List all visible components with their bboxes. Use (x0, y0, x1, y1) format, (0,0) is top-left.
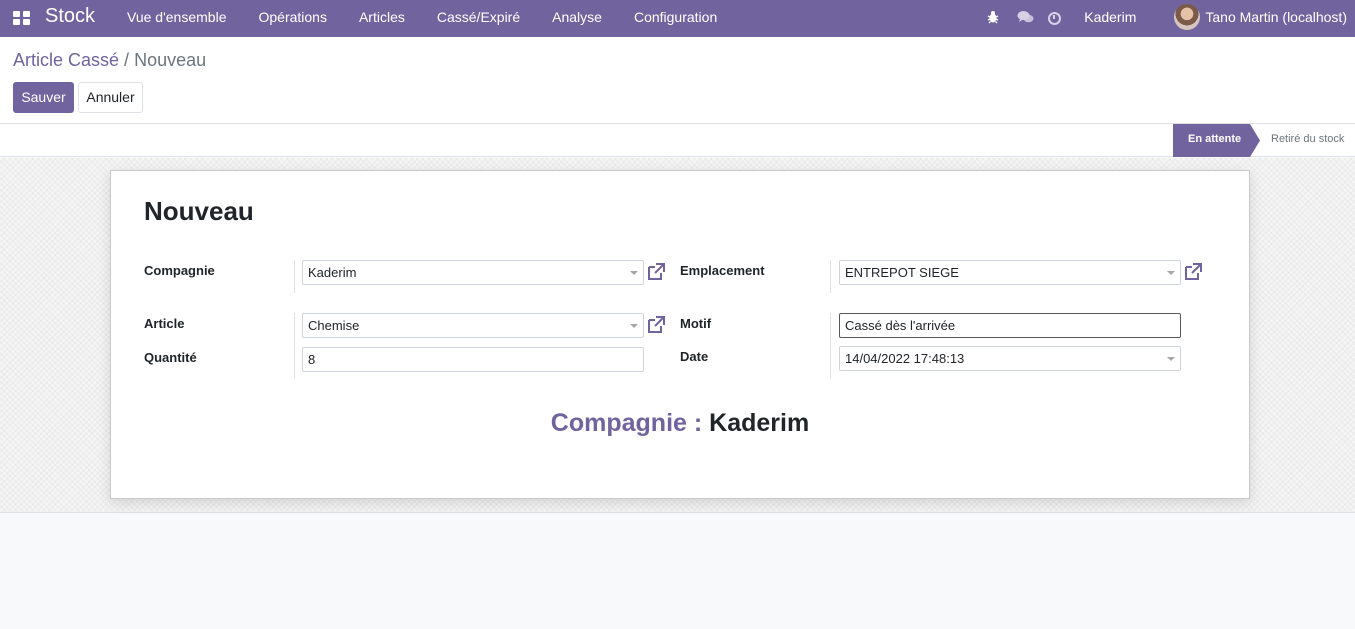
company-field[interactable]: Kaderim (302, 260, 644, 285)
clock-icon[interactable] (1048, 12, 1062, 25)
cancel-button[interactable]: Annuler (78, 82, 143, 113)
chat-icon[interactable] (1017, 10, 1034, 24)
chevron-down-icon[interactable] (1167, 357, 1175, 361)
company-footer: Compagnie : Kaderim (111, 409, 1249, 438)
statusbar: En attente Retiré du stock (0, 124, 1355, 157)
footer-company-value: Kaderim (709, 409, 810, 437)
reason-field[interactable]: Cassé dès l'arrivée (839, 313, 1181, 338)
menu-item-configuration[interactable]: Configuration (618, 9, 733, 25)
breadcrumb-current: Nouveau (134, 50, 207, 70)
breadcrumb-separator: / (124, 50, 130, 70)
date-label: Date (680, 349, 709, 364)
bug-icon[interactable] (986, 10, 1000, 24)
menu-item-scrap[interactable]: Cassé/Expiré (421, 9, 536, 25)
external-link-icon[interactable] (646, 315, 666, 335)
reason-label: Motif (680, 316, 712, 331)
navbar-systray: Kaderim Tano Martin (localhost) (986, 0, 1355, 37)
product-value: Chemise (308, 318, 360, 333)
external-link-icon[interactable] (1183, 262, 1203, 282)
menu-item-products[interactable]: Articles (343, 9, 421, 25)
group-separator (830, 260, 831, 293)
app-brand[interactable]: Stock (45, 5, 95, 28)
product-label: Article (144, 316, 185, 331)
chevron-down-icon[interactable] (630, 324, 638, 328)
external-link-icon[interactable] (646, 262, 666, 282)
avatar[interactable] (1174, 3, 1201, 30)
footer-company-label: Compagnie : (550, 409, 703, 437)
group-separator (830, 313, 831, 379)
record-title: Nouveau (144, 196, 254, 226)
quantity-field[interactable]: 8 (302, 347, 644, 372)
breadcrumb-parent[interactable]: Article Cassé (13, 50, 119, 70)
breadcrumb: Article Cassé / Nouveau (13, 50, 206, 71)
company-value: Kaderim (308, 265, 357, 280)
menu-item-operations[interactable]: Opérations (242, 9, 342, 25)
company-switcher[interactable]: Kaderim (1084, 9, 1136, 25)
control-panel: Article Cassé / Nouveau Sauver Annuler (0, 37, 1355, 124)
product-field[interactable]: Chemise (302, 313, 644, 338)
main-menu: Vue d'ensemble Opérations Articles Cassé… (111, 9, 733, 25)
group-separator (294, 313, 295, 379)
company-label: Compagnie (144, 263, 215, 278)
reason-value: Cassé dès l'arrivée (845, 318, 956, 333)
location-value: ENTREPOT SIEGE (845, 265, 959, 280)
menu-item-overview[interactable]: Vue d'ensemble (111, 9, 242, 25)
form-sheet: Nouveau Compagnie Kaderim Article Quanti… (110, 170, 1250, 499)
date-field[interactable]: 14/04/2022 17:48:13 (839, 346, 1181, 371)
chevron-down-icon[interactable] (1167, 271, 1175, 275)
menu-item-reporting[interactable]: Analyse (536, 9, 618, 25)
group-separator (294, 260, 295, 293)
apps-grid-icon[interactable] (13, 10, 30, 25)
status-done[interactable]: Retiré du stock (1271, 124, 1344, 157)
save-button[interactable]: Sauver (13, 82, 74, 113)
quantity-label: Quantité (144, 350, 197, 365)
status-waiting[interactable]: En attente (1173, 124, 1260, 157)
location-label: Emplacement (680, 263, 765, 278)
user-menu[interactable]: Tano Martin (localhost) (1205, 9, 1347, 25)
quantity-value: 8 (308, 352, 316, 367)
top-navbar: Stock Vue d'ensemble Opérations Articles… (0, 0, 1355, 37)
location-field[interactable]: ENTREPOT SIEGE (839, 260, 1181, 285)
date-value: 14/04/2022 17:48:13 (845, 351, 965, 366)
chevron-down-icon[interactable] (630, 271, 638, 275)
